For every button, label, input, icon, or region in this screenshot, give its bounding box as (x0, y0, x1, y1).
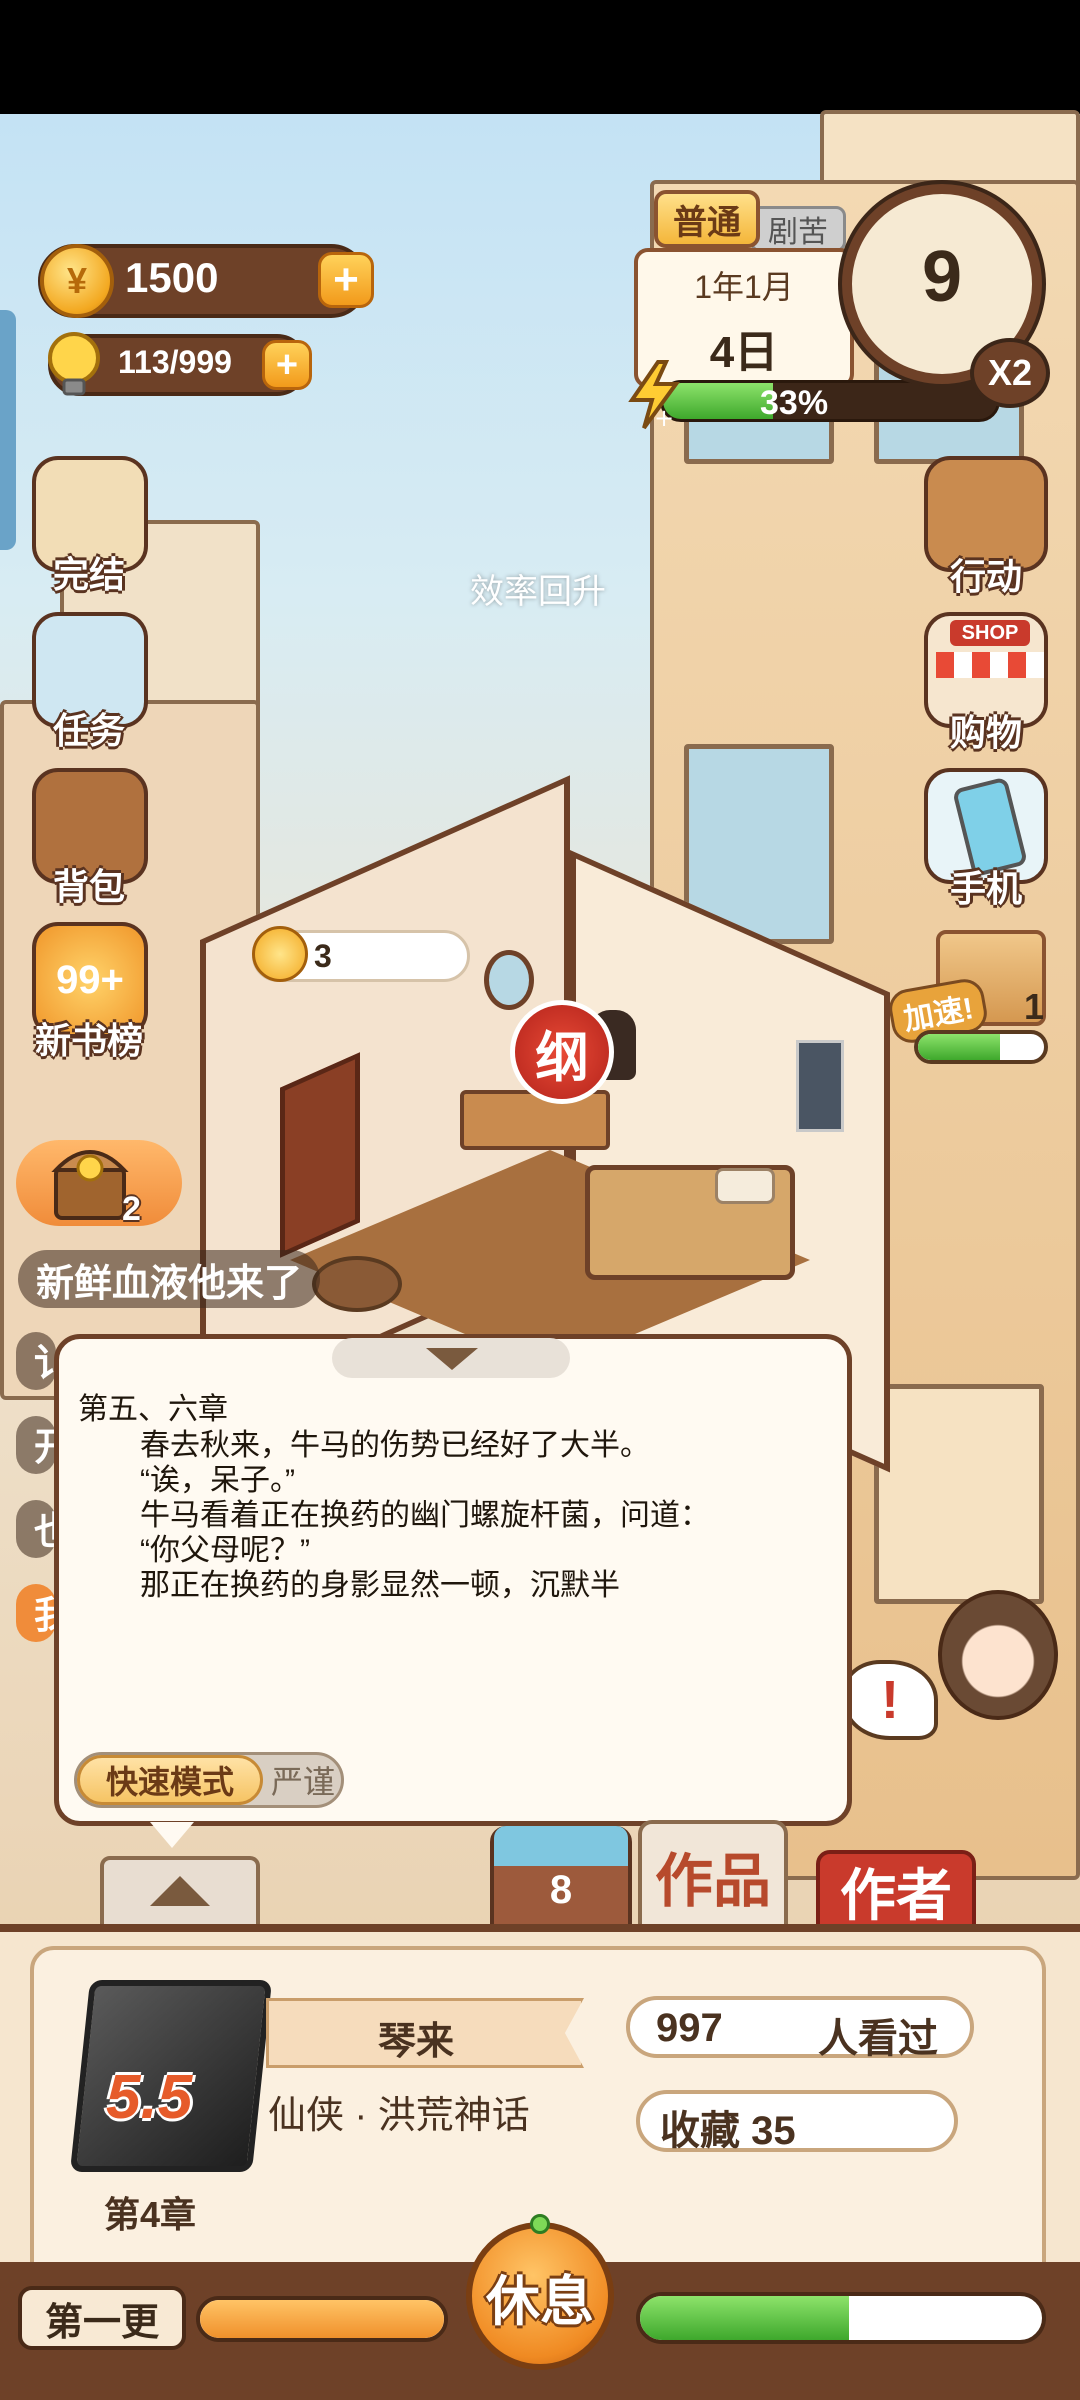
awning (936, 652, 1044, 678)
ticker-item: 我 (16, 1584, 56, 1642)
writing-desk (460, 1090, 610, 1150)
action-button[interactable]: 行动 (916, 456, 1056, 597)
outline-seal-button[interactable]: 纲 (510, 1000, 614, 1104)
finish-label: 完结 (52, 554, 125, 595)
chevron-up-icon (150, 1876, 210, 1906)
clock-value: 9 (921, 237, 963, 317)
story-line: 那正在换药的身影显然一顿，沉默半 (140, 1569, 620, 1602)
tasks-label: 任务 (52, 710, 125, 751)
bag-label: 背包 (52, 866, 125, 907)
energy-percent: 33% (760, 384, 829, 422)
add-coins-button[interactable]: + (318, 252, 374, 308)
mode-tab-hard[interactable]: 剧苦 (750, 206, 846, 252)
alert-icon[interactable]: ! (842, 1660, 938, 1740)
ranking-button[interactable]: 99+ 新书榜 (24, 922, 154, 1062)
ticker-item: 开 (16, 1416, 56, 1474)
phone-label: 手机 (949, 868, 1022, 909)
finish-button[interactable]: 完结 (24, 456, 154, 596)
action-label: 行动 (949, 556, 1022, 597)
update-progress (196, 2296, 448, 2342)
book-title: 琴来 (377, 2021, 454, 2063)
stamina-progress-fill (640, 2296, 850, 2340)
ticker-item: 也 (16, 1500, 56, 1558)
current-chapter: 第4章 (104, 2194, 197, 2235)
floating-status-text: 效率回升 (470, 573, 606, 611)
ranking-label: 新书榜 (34, 1020, 143, 1061)
favorites-count: 收藏 35 (660, 2109, 796, 2153)
energy-bar (660, 380, 1000, 422)
svg-text:+: + (654, 404, 674, 430)
round-rug (312, 1256, 402, 1312)
coin-icon: ¥ (40, 244, 114, 318)
book-score: 5.5 (106, 2063, 193, 2132)
energy-bolt-icon: + (628, 360, 680, 430)
wall-poster (796, 1040, 844, 1132)
book-genre: 仙侠 · 洪荒神话 (268, 2095, 530, 2137)
coin-icon (252, 926, 308, 982)
speedup-progress-fill (918, 1034, 1000, 1060)
views-count: 997 (656, 2006, 723, 2050)
status-bar (0, 0, 1080, 114)
popup-tail (150, 1822, 194, 1848)
speed-toggle-button[interactable]: X2 (970, 338, 1050, 408)
phone-button[interactable]: 手机 (916, 768, 1056, 909)
first-update-button[interactable]: 第一更 (18, 2286, 186, 2350)
fast-mode-option[interactable]: 快速模式 (77, 1755, 263, 1805)
update-progress-fill (200, 2300, 444, 2338)
coin-bubble-value: 3 (314, 938, 332, 974)
treasure-chest-icon (51, 1150, 129, 1220)
lightbulb-icon (48, 332, 100, 396)
room-door (280, 1052, 360, 1258)
strict-mode-option[interactable]: 严谨 (264, 1758, 342, 1802)
add-inspiration-button[interactable]: + (262, 340, 312, 390)
inspiration-count: 113/999 (118, 344, 232, 380)
left-edge-handle[interactable] (0, 310, 16, 550)
calendar-month: 1年1月 (694, 269, 794, 305)
author-tab[interactable]: 作者 (816, 1850, 976, 1932)
coin-count: 1500 (125, 254, 219, 301)
rest-button[interactable]: 休息 (466, 2222, 614, 2370)
speedup-progress (914, 1030, 1048, 1064)
shop-button[interactable]: SHOP 购物 (916, 612, 1056, 753)
views-label: 人看过 (818, 2017, 938, 2061)
mode-tab-normal[interactable]: 普通 (654, 190, 760, 248)
shop-sign: SHOP (950, 620, 1030, 646)
stamina-progress (636, 2292, 1046, 2344)
works-tab[interactable]: 作品 (638, 1820, 788, 1932)
news-ticker: 新鲜血液他来了 (18, 1250, 321, 1308)
chevron-down-icon (426, 1348, 478, 1370)
editor-avatar[interactable] (938, 1590, 1058, 1720)
bookshelf-tab-cap (494, 1826, 628, 1866)
speedup-count: 1 (1024, 986, 1045, 1027)
chest-count: 2 (122, 1190, 141, 1228)
bag-button[interactable]: 背包 (24, 768, 154, 908)
notification-dot (530, 2214, 550, 2234)
tasks-button[interactable]: 任务 (24, 612, 154, 752)
ticker-item: 讠 (16, 1332, 56, 1390)
shop-label: 购物 (949, 712, 1022, 753)
round-window (484, 950, 534, 1010)
bookshelf-count: 8 (549, 1868, 573, 1912)
pillow (715, 1168, 775, 1204)
